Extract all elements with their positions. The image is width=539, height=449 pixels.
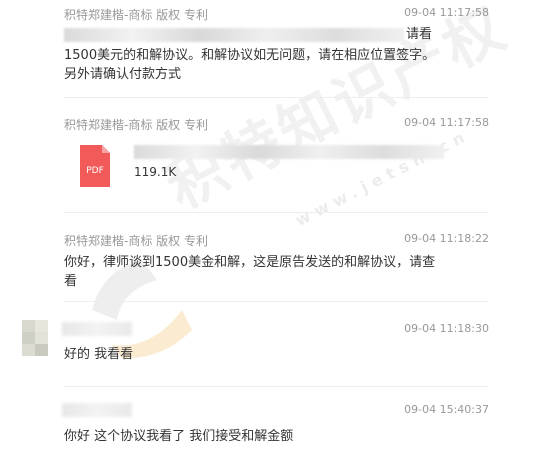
message-time: 09-04 11:17:58 xyxy=(404,6,489,19)
pdf-file-icon: PDF xyxy=(80,145,110,187)
redacted-text xyxy=(64,28,404,42)
message-text: 看 xyxy=(64,274,78,289)
message-time: 09-04 11:18:22 xyxy=(404,232,489,245)
redacted-sender xyxy=(62,322,132,336)
message-time: 09-04 11:18:30 xyxy=(404,322,489,335)
message-text: 好的 我看看 xyxy=(64,347,134,362)
chat-message: 积特郑建楷-商标 版权 专利 09-04 11:17:58 请看 1500美元的… xyxy=(0,6,539,86)
chat-message: 积特郑建楷-商标 版权 专利 09-04 11:18:22 你好，律师谈到150… xyxy=(0,232,539,302)
message-text: 你好，律师谈到1500美金和解，这是原告发送的和解协议，请查 xyxy=(64,255,436,270)
divider xyxy=(64,97,488,98)
chat-message: 09-04 15:40:37 你好 这个协议我看了 我们接受和解金额 xyxy=(0,403,539,449)
message-text: 你好 这个协议我看了 我们接受和解金额 xyxy=(64,429,294,444)
pdf-label: PDF xyxy=(86,166,104,176)
divider xyxy=(64,386,488,387)
sender-name: 积特郑建楷-商标 版权 专利 xyxy=(64,234,208,248)
message-time: 09-04 15:40:37 xyxy=(404,403,489,416)
file-attachment[interactable]: PDF 119.1K xyxy=(80,145,460,190)
divider xyxy=(64,301,488,302)
sender-name: 积特郑建楷-商标 版权 专利 xyxy=(64,8,208,22)
sender-name: 积特郑建楷-商标 版权 专利 xyxy=(64,118,208,132)
redacted-sender xyxy=(62,403,132,417)
message-text: 请看 xyxy=(406,27,433,42)
divider xyxy=(64,212,488,213)
redacted-filename xyxy=(134,145,444,159)
chat-message: 09-04 11:18:30 好的 我看看 xyxy=(0,322,539,372)
message-text: 另外请确认付款方式 xyxy=(64,67,182,82)
message-text: 1500美元的和解协议。和解协议如无问题，请在相应位置签字。 xyxy=(64,48,436,63)
message-time: 09-04 11:17:58 xyxy=(404,116,489,129)
file-size: 119.1K xyxy=(134,165,177,179)
